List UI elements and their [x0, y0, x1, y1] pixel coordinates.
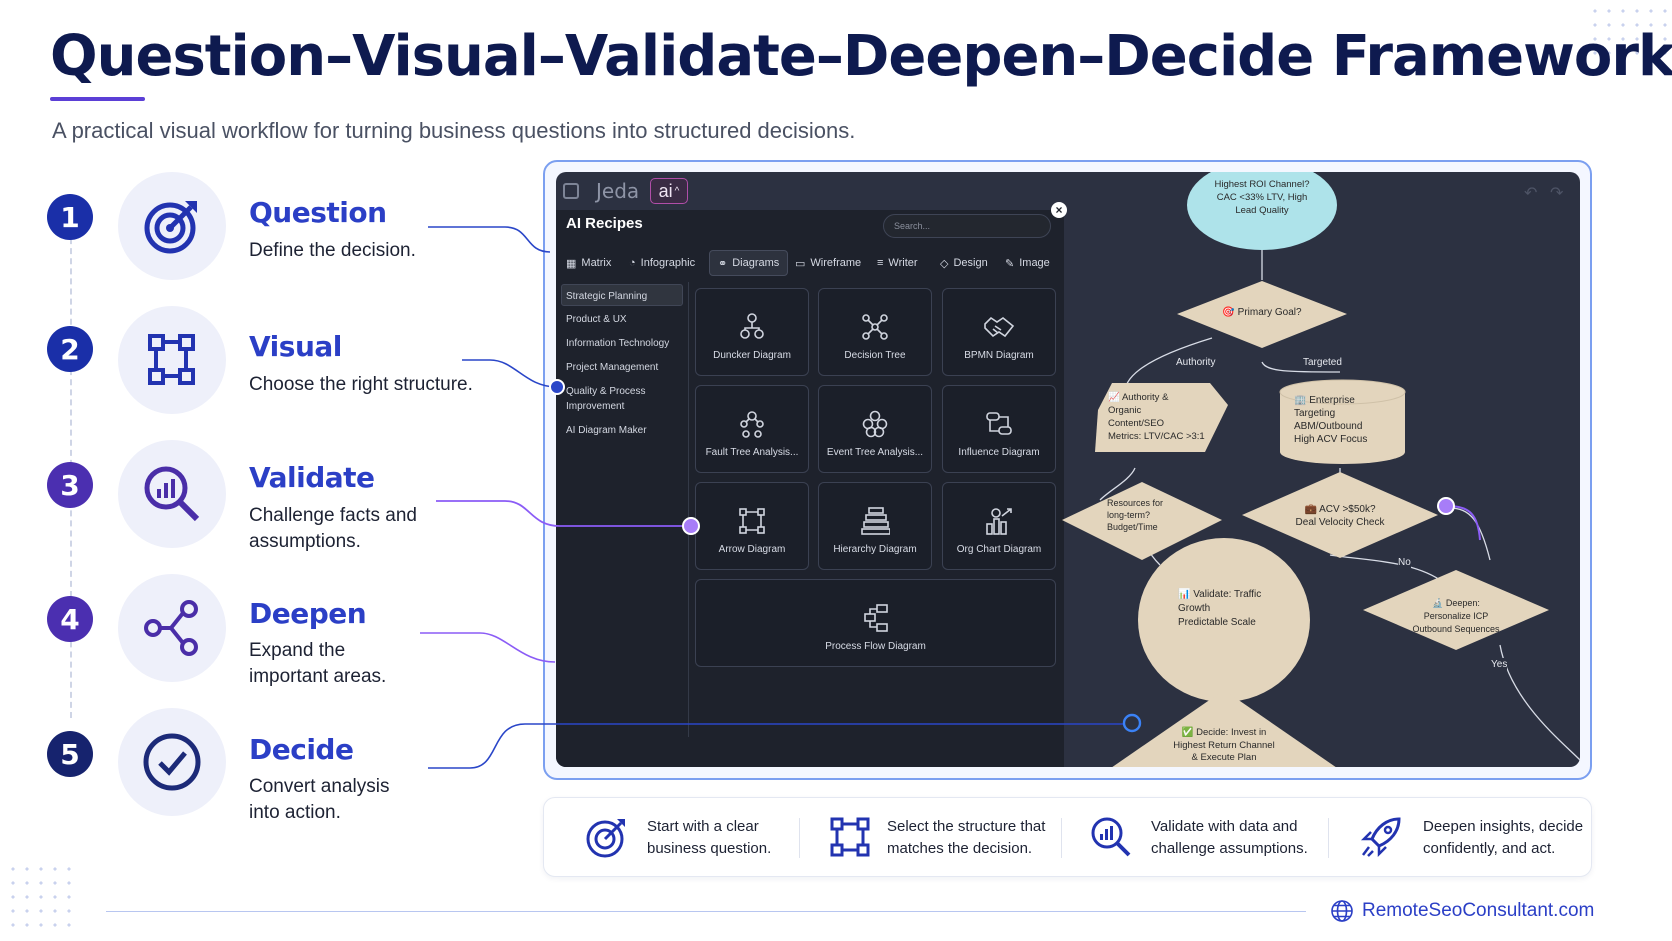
flow-primary-goal-label: 🎯 Primary Goal? [1222, 307, 1302, 318]
flow-decide-label: ✅ Decide: Invest in Highest Return Chann… [1173, 727, 1275, 763]
summary-text-4: Deepen insights, decide confidently, and… [1423, 818, 1584, 857]
summary-divider-3 [1328, 818, 1329, 858]
flow-edge-authority: Authority [1176, 356, 1216, 369]
footer-website-link[interactable]: RemoteSeoConsultant.com [1362, 900, 1594, 922]
flow-top-label: Highest ROI Channel? CAC <33% LTV, High … [1214, 179, 1310, 216]
globe-icon [1331, 900, 1353, 922]
footer-line [106, 911, 1306, 912]
flow-edge-targeted: Targeted [1303, 356, 1342, 369]
summary-text-1: Start with a clear business question. [647, 818, 772, 857]
summary-divider-2 [1061, 818, 1062, 858]
summary-text-2: Select the structure that matches the de… [887, 818, 1046, 857]
rocket-icon [1360, 817, 1401, 858]
summary-divider-1 [799, 818, 800, 858]
flow-edge-yes: Yes [1491, 658, 1508, 671]
structure-icon [830, 817, 870, 857]
flow-acv-label: 💼 ACV >$50k? Deal Velocity Check [1295, 504, 1385, 528]
flow-enterprise-label: 🏢 Enterprise Targeting ABM/Outbound High… [1294, 395, 1368, 445]
summary-text-3: Validate with data and challenge assumpt… [1151, 818, 1308, 857]
flow-validate-label: 📊 Validate: Traffic Growth Predictable S… [1178, 589, 1262, 628]
flow-edge-no: No [1398, 556, 1411, 569]
flow-deepen-label: 🔬 Deepen: Personalize ICP Outbound Seque… [1412, 598, 1500, 634]
flow-resources-label: Resources for long-term? Budget/Time [1107, 498, 1164, 532]
magnifier-icon [1091, 817, 1131, 857]
flow-authority-label: 📈 Authority & Organic Content/SEO Metric… [1108, 392, 1205, 442]
target-icon [586, 819, 625, 858]
